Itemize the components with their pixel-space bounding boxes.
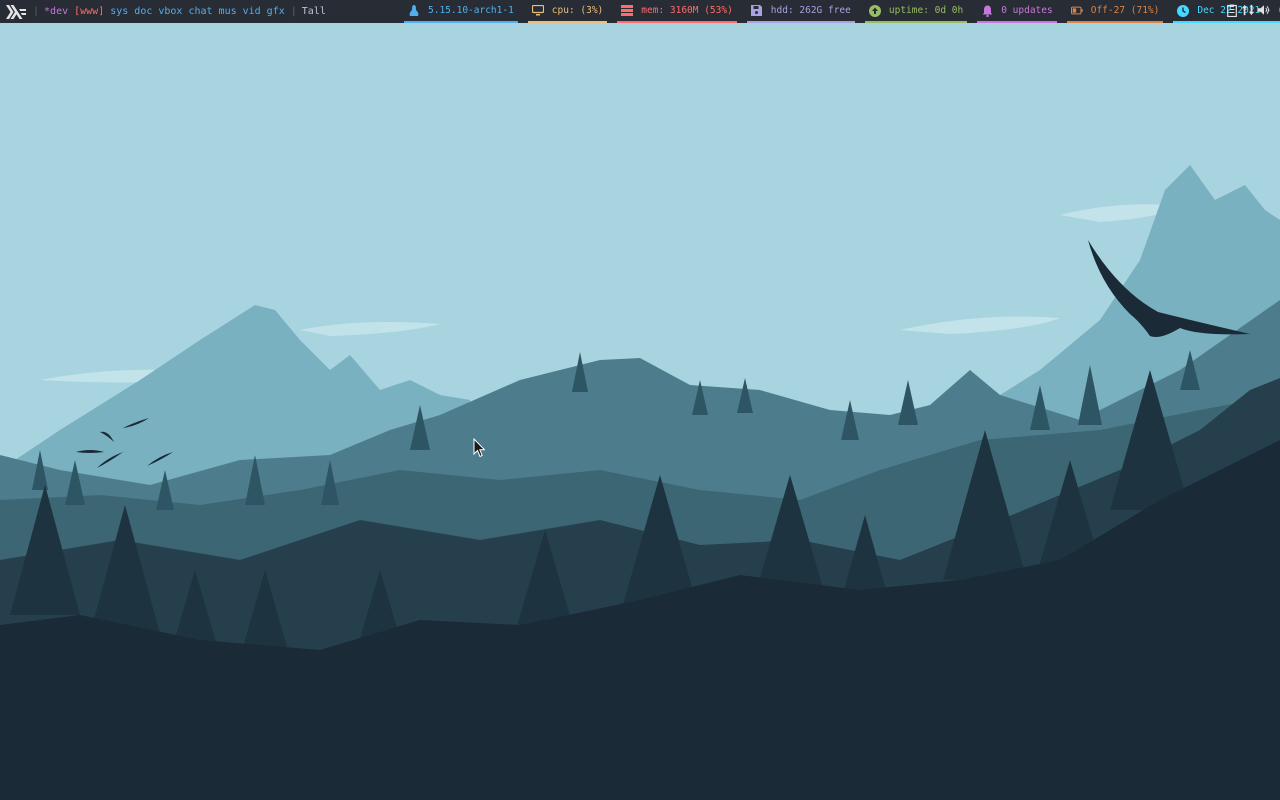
layout-indicator[interactable]: Tall <box>302 6 326 17</box>
separator: | <box>33 6 40 17</box>
battery-icon <box>1070 5 1083 17</box>
battery-label: Off-27 (71%) <box>1090 5 1160 16</box>
bell-icon <box>981 5 993 17</box>
kernel-widget[interactable]: 5.15.10-arch1-1 <box>404 0 518 23</box>
cpu-label: cpu: (3%) <box>551 5 604 16</box>
workspace-vbox[interactable]: vbox <box>158 6 182 17</box>
workspace-chat[interactable]: chat <box>188 6 212 17</box>
cpu-widget[interactable]: cpu: (3%) <box>527 0 608 23</box>
uptime-label: uptime: 0d 0h <box>888 5 964 16</box>
updates-label: 0 updates <box>1001 5 1053 16</box>
network-updown-icon[interactable] <box>1242 3 1254 17</box>
workspace-mus[interactable]: mus <box>219 6 237 17</box>
hdd-label: hdd: 262G free <box>770 5 851 16</box>
workspace-doc[interactable]: doc <box>134 6 152 17</box>
updates-widget[interactable]: 0 updates <box>977 0 1057 23</box>
wallpaper-landscape <box>0 0 1280 800</box>
clipboard-icon[interactable] <box>1226 3 1238 17</box>
workspace-gfx[interactable]: gfx <box>267 6 285 17</box>
floppy-disk-icon <box>751 5 763 17</box>
haskell-logo-icon[interactable] <box>6 4 28 20</box>
mem-widget[interactable]: mem: 3160M (53%) <box>617 0 737 23</box>
separator: | <box>290 6 297 17</box>
arrow-up-circle-icon <box>868 4 881 17</box>
widget-area: 5.15.10-arch1-1 cpu: (3%) mem: 3160M (53… <box>404 0 1280 23</box>
battery-widget[interactable]: Off-27 (71%) <box>1066 0 1164 23</box>
status-bar: | *dev [www] sys doc vbox chat mus vid g… <box>0 0 1280 23</box>
workspace-dev[interactable]: *dev <box>44 6 68 17</box>
system-tray <box>1226 3 1270 17</box>
monitor-icon <box>531 5 544 17</box>
memory-icon <box>621 5 634 17</box>
workspace-vid[interactable]: vid <box>243 6 261 17</box>
mem-label: mem: 3160M (53%) <box>641 5 733 16</box>
uptime-widget[interactable]: uptime: 0d 0h <box>864 0 968 23</box>
mouse-cursor-icon <box>473 438 485 458</box>
hdd-widget[interactable]: hdd: 262G free <box>746 0 855 23</box>
workspace-sys[interactable]: sys <box>110 6 128 17</box>
kernel-label: 5.15.10-arch1-1 <box>428 5 514 16</box>
volume-icon[interactable] <box>1258 3 1270 17</box>
linux-penguin-icon <box>408 4 420 17</box>
workspace-www[interactable]: [www] <box>74 6 104 17</box>
clock-icon <box>1177 4 1190 17</box>
